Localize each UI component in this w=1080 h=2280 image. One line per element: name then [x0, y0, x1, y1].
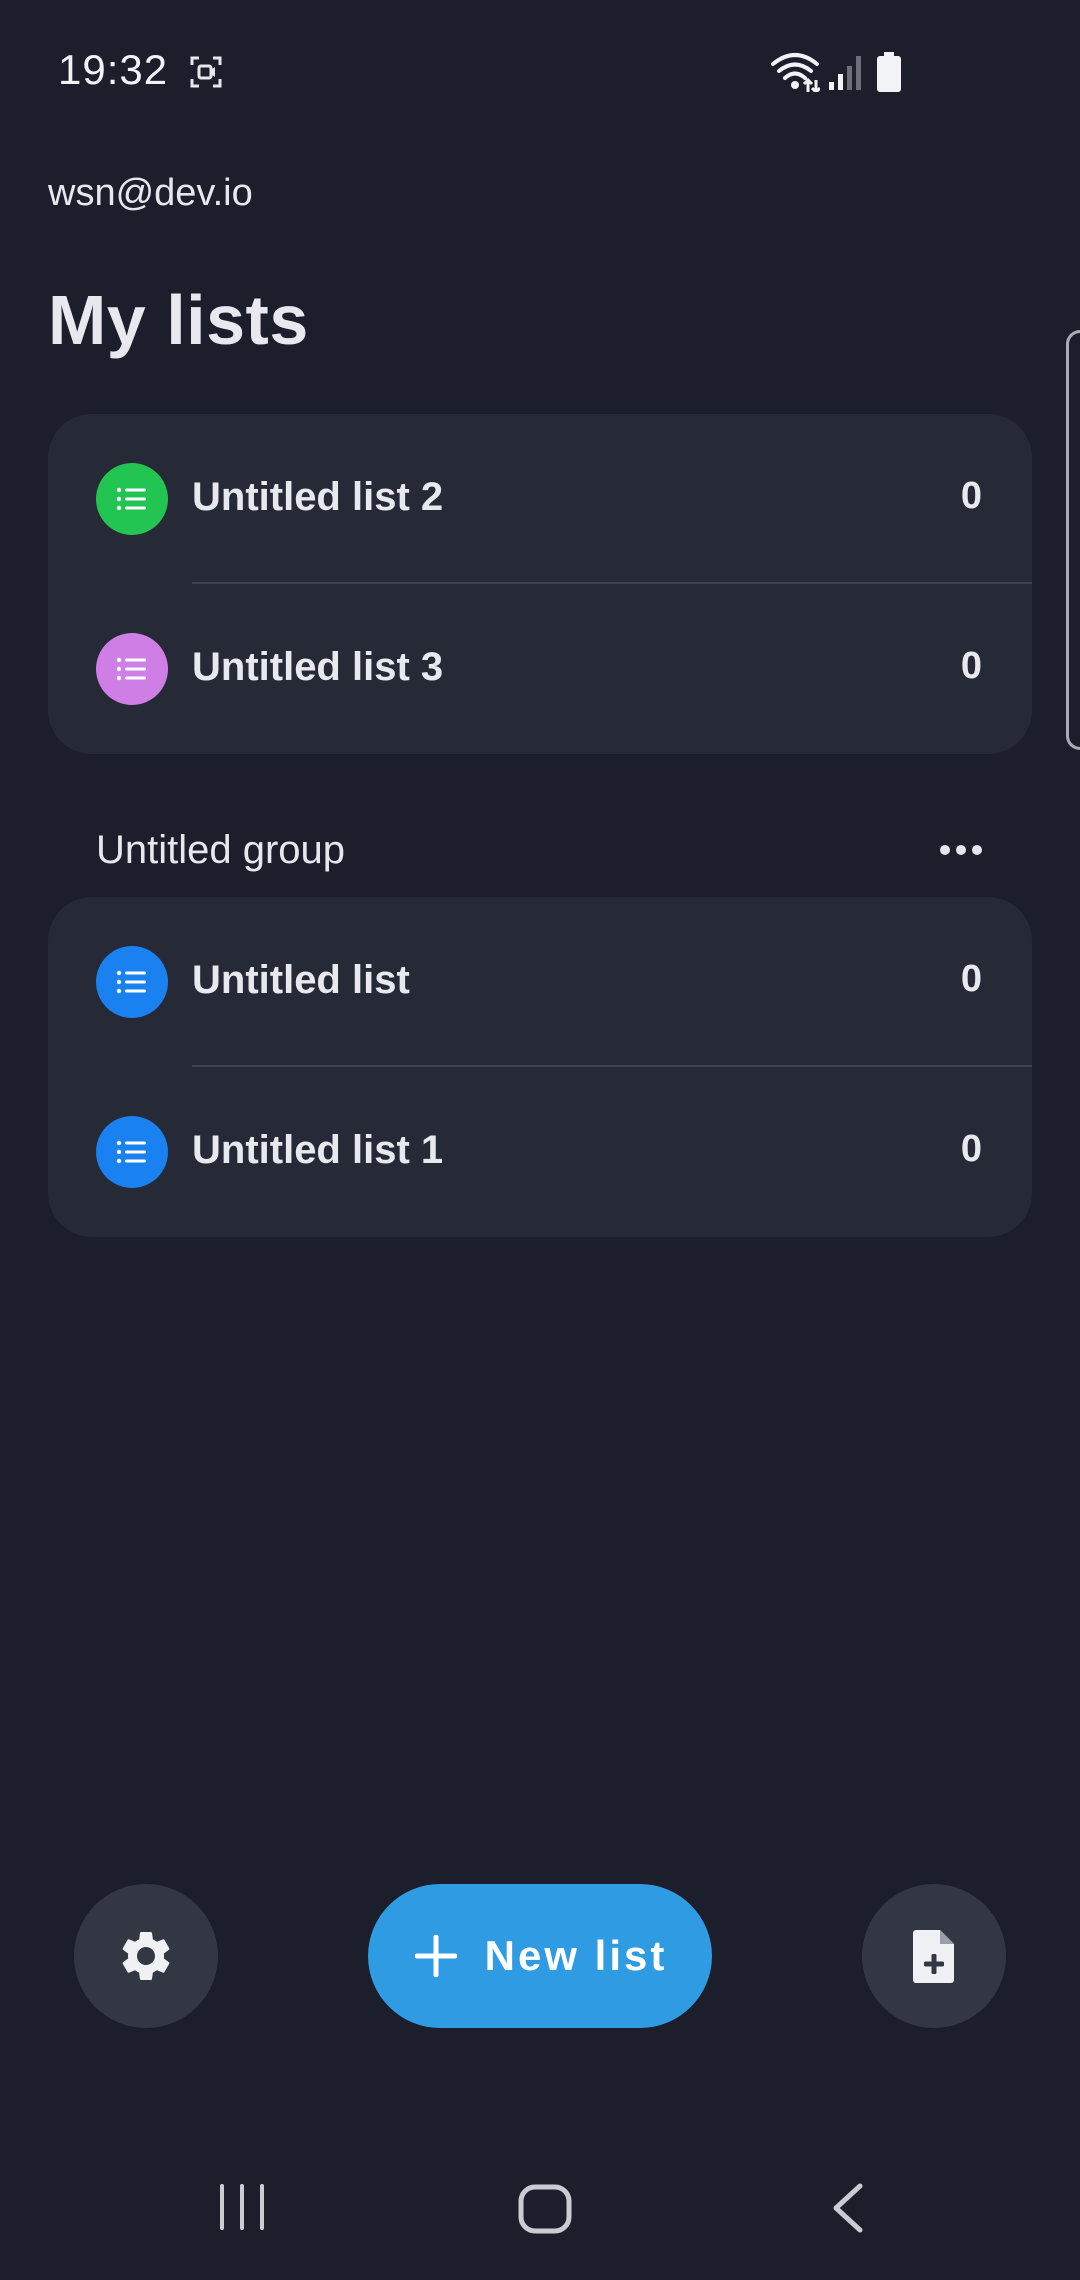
list-icon [96, 946, 168, 1018]
recents-icon[interactable] [218, 2182, 268, 2232]
status-bar: 19:32 [0, 0, 1080, 140]
navigation-bar [0, 2150, 1080, 2280]
account-email: wsn@dev.io [48, 172, 253, 214]
list-name: Untitled list [192, 958, 410, 1002]
list-item[interactable]: Untitled list 2 0 [48, 414, 1032, 584]
list-bullets-icon [116, 970, 146, 994]
gear-icon [122, 1932, 170, 1980]
list-item[interactable]: Untitled list 1 0 [48, 1067, 1032, 1237]
ungrouped-lists-card: Untitled list 2 0 Untitled list 3 0 [48, 414, 1032, 754]
list-bullets-icon [116, 487, 146, 511]
wifi-icon [771, 53, 820, 92]
list-count: 0 [960, 645, 982, 687]
list-icon [96, 463, 168, 535]
group-lists-card: Untitled list 0 Untitled list 1 0 [48, 897, 1032, 1237]
more-options-icon[interactable] [936, 836, 986, 864]
list-count: 0 [960, 475, 982, 517]
list-bullets-icon [116, 657, 146, 681]
settings-button[interactable] [74, 1884, 218, 2028]
page-title: My lists [48, 281, 309, 359]
plus-icon [414, 1935, 457, 1977]
list-count: 0 [960, 958, 982, 1000]
new-list-button[interactable]: New list [368, 1884, 712, 2028]
list-icon [96, 633, 168, 705]
battery-icon [877, 52, 901, 92]
list-item[interactable]: Untitled list 0 [48, 897, 1032, 1067]
status-time: 19:32 [58, 46, 169, 93]
list-name: Untitled list 3 [192, 645, 444, 689]
home-icon[interactable] [518, 2184, 572, 2234]
list-name: Untitled list 2 [192, 475, 444, 519]
new-list-label: New list [484, 1932, 668, 1979]
back-icon[interactable] [828, 2182, 868, 2234]
group-name[interactable]: Untitled group [96, 828, 345, 873]
screenshot-icon [190, 56, 222, 88]
list-name: Untitled list 1 [192, 1128, 444, 1172]
add-document-icon [913, 1930, 954, 1983]
list-item[interactable]: Untitled list 3 0 [48, 584, 1032, 754]
list-bullets-icon [116, 1140, 146, 1164]
edge-panel-handle[interactable] [1066, 330, 1080, 750]
signal-icon [829, 56, 861, 90]
list-count: 0 [960, 1128, 982, 1170]
add-document-button[interactable] [862, 1884, 1006, 2028]
list-icon [96, 1116, 168, 1188]
